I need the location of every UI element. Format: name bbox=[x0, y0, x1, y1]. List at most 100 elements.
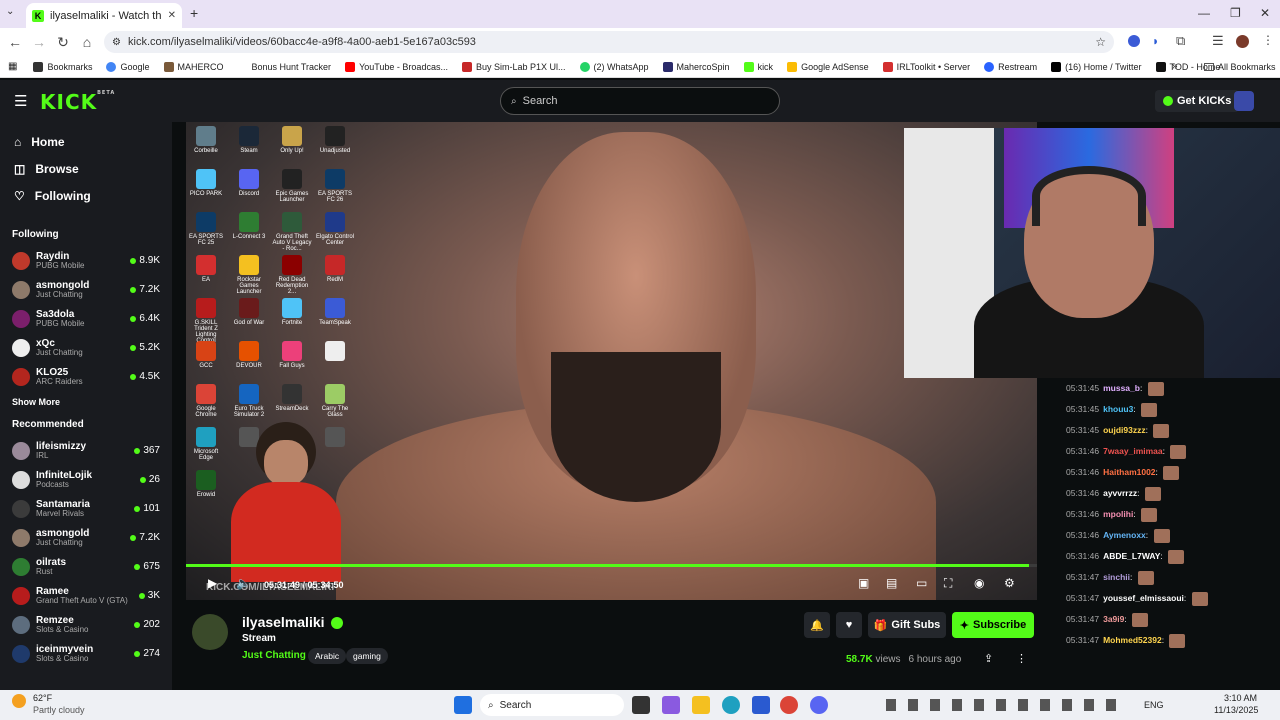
chat-username[interactable]: mpolihi bbox=[1103, 509, 1133, 519]
recommended-channel[interactable]: lifeismizzy IRL 367 bbox=[0, 436, 172, 465]
play-icon[interactable]: ▶ bbox=[208, 576, 217, 590]
settings-gear-icon[interactable]: ⚙ bbox=[1004, 576, 1015, 590]
recommended-channel[interactable]: Ramee Grand Theft Auto V (GTA) 3K bbox=[0, 581, 172, 610]
site-info-icon[interactable]: ⚙ bbox=[112, 37, 121, 48]
more-options-icon[interactable]: ⋮ bbox=[1016, 652, 1027, 665]
bookmark-item[interactable]: Buy Sim-Lab P1X Ul... bbox=[461, 61, 566, 72]
volume-icon[interactable]: 🔈 bbox=[236, 576, 251, 590]
bookmark-item[interactable]: MahercoSpin bbox=[662, 61, 730, 72]
miniplayer-icon[interactable]: ▣ bbox=[858, 576, 869, 590]
bookmark-item[interactable]: Restream bbox=[984, 61, 1037, 72]
notification-bell-button[interactable]: 🔔 bbox=[804, 612, 830, 638]
nav-browse[interactable]: ◫ Browse bbox=[0, 155, 172, 182]
back-button[interactable]: ← bbox=[3, 34, 27, 50]
speed-icon[interactable]: ◉ bbox=[974, 576, 984, 590]
bookmark-item[interactable]: YouTube - Broadcas... bbox=[345, 61, 448, 72]
forward-button[interactable]: → bbox=[27, 34, 51, 50]
share-icon[interactable]: ⇪ bbox=[984, 652, 993, 665]
show-more-button[interactable]: Show More bbox=[0, 391, 172, 413]
chat-username[interactable]: mussa_b bbox=[1103, 383, 1140, 393]
bookmark-item[interactable]: Google bbox=[106, 61, 150, 72]
hamburger-menu-icon[interactable]: ☰ bbox=[14, 92, 27, 110]
copilot-icon[interactable] bbox=[662, 696, 680, 714]
bookmark-item[interactable]: Bookmarks bbox=[33, 61, 92, 72]
nav-home[interactable]: ⌂ Home bbox=[0, 128, 172, 155]
chat-username[interactable]: youssef_elmissaoui bbox=[1103, 593, 1184, 603]
menu-icon[interactable]: ⋮ bbox=[1262, 33, 1274, 47]
chat-username[interactable]: sinchii bbox=[1103, 572, 1130, 582]
new-tab-button[interactable]: + bbox=[190, 5, 198, 21]
fullscreen-icon[interactable]: ⛶ bbox=[944, 576, 952, 591]
tag-gaming[interactable]: gaming bbox=[346, 648, 388, 664]
bookmark-star-icon[interactable]: ☆ bbox=[1095, 35, 1106, 49]
recommended-channel[interactable]: InfiniteLojik Podcasts 26 bbox=[0, 465, 172, 494]
follow-heart-button[interactable]: ♥ bbox=[836, 612, 862, 638]
store-icon[interactable] bbox=[752, 696, 770, 714]
stream-category[interactable]: Just Chatting bbox=[242, 650, 306, 661]
chat-username[interactable]: oujdi93zzz bbox=[1103, 425, 1146, 435]
following-channel[interactable]: asmongold Just Chatting 7.2K bbox=[0, 275, 172, 304]
gift-subs-button[interactable]: 🎁 Gift Subs bbox=[868, 612, 946, 638]
extension2-icon[interactable]: ◗ bbox=[1152, 34, 1159, 48]
progress-bar[interactable] bbox=[186, 564, 1037, 567]
recommended-channel[interactable]: iceinmyvein Slots & Casino 274 bbox=[0, 639, 172, 668]
following-channel[interactable]: Sa3dola PUBG Mobile 6.4K bbox=[0, 304, 172, 333]
minimize-button[interactable]: — bbox=[1198, 6, 1210, 20]
subscribe-button[interactable]: ✦ Subscribe bbox=[952, 612, 1034, 638]
following-channel[interactable]: Raydin PUBG Mobile 8.9K bbox=[0, 246, 172, 275]
kick-logo[interactable]: KICKBETA bbox=[40, 90, 115, 114]
chat-username[interactable]: Aymenoxx bbox=[1103, 530, 1146, 540]
task-view-icon[interactable] bbox=[632, 696, 650, 714]
bookmark-item[interactable]: (2) WhatsApp bbox=[579, 61, 649, 72]
start-windows-icon[interactable] bbox=[454, 696, 472, 714]
chat-username[interactable]: ayvvrrzz bbox=[1103, 488, 1137, 498]
bookmark-item[interactable]: IRLToolkit • Server bbox=[882, 61, 970, 72]
recommended-channel[interactable]: asmongold Just Chatting 7.2K bbox=[0, 523, 172, 552]
bookmark-item[interactable]: Google AdSense bbox=[787, 61, 869, 72]
recommended-channel[interactable]: oilrats Rust 675 bbox=[0, 552, 172, 581]
reading-list-icon[interactable]: ☰ bbox=[1212, 33, 1224, 49]
chat-username[interactable]: 7waay_imimaa bbox=[1103, 446, 1163, 456]
bookmark-item[interactable]: MAHERCO bbox=[163, 61, 224, 72]
following-channel[interactable]: KLO25 ARC Raiders 4.5K bbox=[0, 362, 172, 391]
browser-tab[interactable]: K ilyaselmaliki - Watch the VOD o ✕ bbox=[26, 3, 182, 28]
weather-icon[interactable] bbox=[12, 694, 26, 708]
taskbar-search[interactable]: ⌕ Search bbox=[480, 694, 624, 716]
bookmark-item[interactable]: kick bbox=[743, 61, 773, 72]
chat-username[interactable]: khouu3 bbox=[1103, 404, 1133, 414]
clip-icon[interactable]: ▤ bbox=[886, 576, 897, 590]
following-channel[interactable]: xQc Just Chatting 5.2K bbox=[0, 333, 172, 362]
extensions-puzzle-icon[interactable]: ⧉ bbox=[1176, 33, 1185, 49]
nav-following[interactable]: ♡ Following bbox=[0, 182, 172, 209]
file-explorer-icon[interactable] bbox=[692, 696, 710, 714]
search-input[interactable]: ⌕ Search bbox=[500, 87, 780, 115]
user-avatar[interactable] bbox=[1234, 91, 1254, 111]
tab-search-icon[interactable]: ⌄ bbox=[6, 6, 14, 17]
apps-grid-icon[interactable]: ▦ bbox=[8, 61, 17, 72]
chrome-icon[interactable] bbox=[780, 696, 798, 714]
bookmark-item[interactable]: Bonus Hunt Tracker bbox=[237, 61, 331, 72]
discord-icon[interactable] bbox=[810, 696, 828, 714]
edge-icon[interactable] bbox=[722, 696, 740, 714]
close-tab-icon[interactable]: ✕ bbox=[168, 10, 176, 21]
chat-username[interactable]: Haitham1002 bbox=[1103, 467, 1155, 477]
recommended-channel[interactable]: Santamaria Marvel Rivals 101 bbox=[0, 494, 172, 523]
extension-icon[interactable] bbox=[1128, 35, 1140, 47]
profile-avatar[interactable] bbox=[1236, 35, 1249, 48]
tag-arabic[interactable]: Arabic bbox=[308, 648, 347, 664]
home-button[interactable]: ⌂ bbox=[75, 34, 99, 50]
chat-username[interactable]: 3a9i9 bbox=[1103, 614, 1124, 624]
recommended-channel[interactable]: Remzee Slots & Casino 202 bbox=[0, 610, 172, 639]
chat-username[interactable]: ABDE_L7WAY bbox=[1103, 551, 1160, 561]
get-kicks-button[interactable]: Get KICKs bbox=[1155, 90, 1240, 112]
maximize-button[interactable]: ❐ bbox=[1230, 6, 1241, 20]
clock-date[interactable]: 11/13/2025 bbox=[1214, 705, 1258, 715]
channel-name[interactable]: ilyaselmaliki bbox=[242, 614, 343, 630]
tray-icons[interactable] bbox=[886, 699, 1126, 711]
more-bookmarks-icon[interactable]: » bbox=[1172, 61, 1178, 72]
theater-icon[interactable]: ▭ bbox=[916, 576, 927, 590]
all-bookmarks[interactable]: All Bookmarks bbox=[1204, 62, 1276, 72]
channel-avatar[interactable] bbox=[192, 614, 228, 650]
clock-time[interactable]: 3:10 AM bbox=[1224, 693, 1257, 703]
chat-username[interactable]: Mohmed52392 bbox=[1103, 635, 1162, 645]
